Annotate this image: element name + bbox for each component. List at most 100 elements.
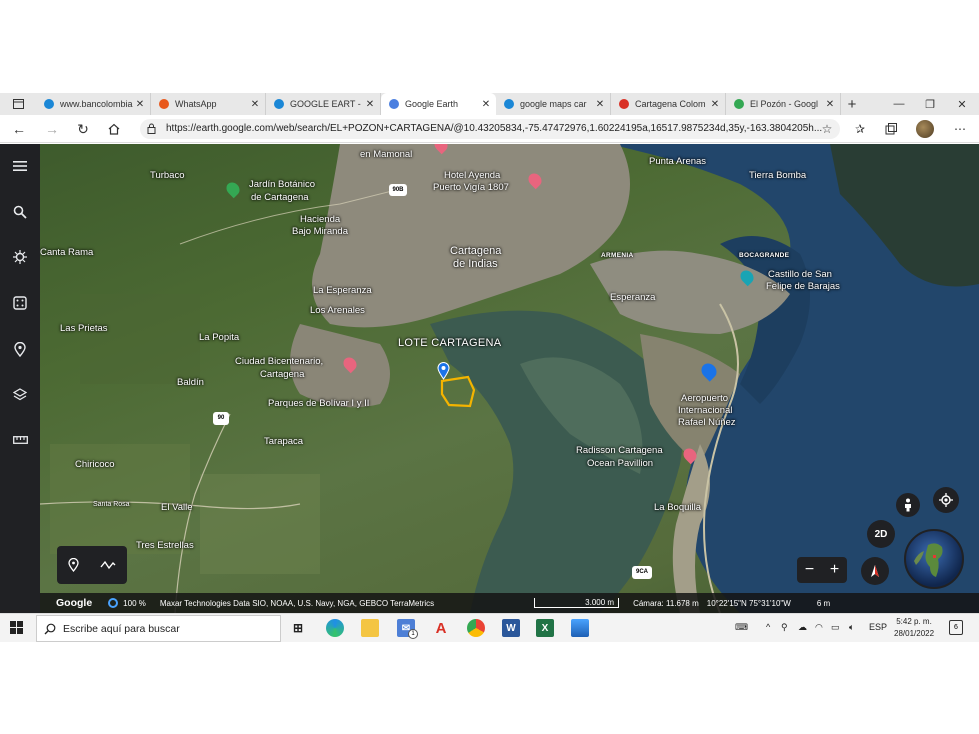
clock-time: 5:42 p. m. [896, 617, 932, 626]
browser-tab[interactable]: google maps car ✕ [496, 93, 611, 115]
measure-ruler-icon[interactable] [10, 430, 30, 450]
show-hidden-icons-icon[interactable]: ^ [766, 622, 770, 632]
pegman-street-view-icon[interactable] [896, 493, 920, 517]
place-label: Punta Arenas [649, 156, 707, 167]
tab-title: GOOGLE EART - [290, 99, 361, 109]
earth-map-view[interactable]: 90B 90 9CA en Mamonal Turbaco Jardín Bot… [0, 144, 979, 613]
zoom-out-button[interactable]: − [805, 561, 814, 579]
url-field[interactable]: https://earth.google.com/web/search/EL+P… [140, 119, 840, 139]
browser-tab[interactable]: El Pozón - Googl ✕ [726, 93, 841, 115]
collections-icon[interactable] [881, 120, 901, 138]
cursor-coordinates: 10°22'15"N 75°31'10"W [706, 598, 791, 608]
2d-toggle-button[interactable]: 2D [867, 520, 895, 548]
place-label: Parques de Bolívar I y II [268, 398, 370, 409]
profile-avatar[interactable] [916, 120, 934, 138]
more-menu-icon[interactable]: ⋯ [950, 120, 970, 138]
cursor-elevation: 6 m [816, 598, 831, 608]
bing-icon [44, 99, 54, 109]
path-icon[interactable] [100, 560, 116, 570]
voyager-icon[interactable] [10, 247, 30, 267]
home-icon[interactable] [104, 120, 124, 138]
lock-icon[interactable] [147, 123, 156, 134]
place-label: de Indias [453, 258, 498, 270]
task-view-icon[interactable]: ⊞ [289, 619, 307, 637]
projects-pin-icon[interactable] [10, 339, 30, 359]
back-button[interactable]: ← [9, 120, 29, 138]
refresh-button[interactable]: ↻ [73, 120, 93, 138]
forward-button[interactable]: → [42, 120, 62, 138]
favorite-star-icon[interactable]: ☆ [817, 120, 837, 138]
file-explorer-icon[interactable] [361, 619, 379, 637]
edge-browser-icon[interactable] [326, 619, 344, 637]
lote-boundary [440, 375, 476, 408]
close-tab-icon[interactable]: ✕ [824, 99, 836, 110]
imagery-attribution[interactable]: Maxar Technologies Data SIO, NOAA, U.S. … [160, 599, 434, 608]
browser-tab[interactable]: Google Earth ✕ [381, 93, 496, 115]
restore-button[interactable]: ❐ [914, 93, 946, 115]
place-label: Tarapaca [264, 436, 304, 447]
browser-tab[interactable]: www.bancolombia ✕ [36, 93, 151, 115]
place-label: Hacienda [300, 214, 341, 225]
alert-icon [159, 99, 169, 109]
place-label: Tres Estrellas [136, 540, 194, 551]
windows-start-icon[interactable] [10, 621, 23, 639]
zoom-controls: − + [797, 557, 847, 583]
scale-bar[interactable]: 3.000 m [534, 598, 620, 608]
tab-title: El Pozón - Googl [750, 99, 819, 109]
close-tab-icon[interactable]: ✕ [364, 99, 376, 110]
place-label: Santa Rosa [93, 501, 130, 508]
place-label: Puerto Vigía 1807 [433, 182, 509, 193]
close-window-button[interactable]: ✕ [946, 93, 978, 115]
photos-icon[interactable] [571, 619, 589, 637]
place-label: La Boquilla [654, 502, 702, 513]
close-tab-icon[interactable]: ✕ [134, 99, 146, 110]
clock[interactable]: 5:42 p. m. 28/01/2022 [894, 616, 934, 640]
menu-icon[interactable] [10, 156, 30, 176]
onedrive-icon[interactable]: ☁ [798, 622, 807, 633]
tab-actions-icon[interactable] [0, 93, 36, 115]
browser-tab[interactable]: WhatsApp ✕ [151, 93, 266, 115]
close-tab-icon[interactable]: ✕ [249, 99, 261, 110]
browser-tab[interactable]: Cartagena Colom ✕ [611, 93, 726, 115]
maps-icon [734, 99, 744, 109]
notification-center-icon[interactable]: 6 [949, 620, 963, 635]
placemark-icon[interactable] [68, 558, 79, 572]
new-tab-button[interactable]: + [841, 96, 863, 113]
taskbar-search-input[interactable]: Escribe aquí para buscar [36, 615, 281, 642]
network-icon[interactable]: ⚲ [781, 622, 788, 633]
tab-title: Cartagena Colom [635, 99, 706, 109]
lote-cartagena-label[interactable]: LOTE CARTAGENA [398, 338, 501, 349]
word-icon[interactable]: W [502, 619, 520, 637]
google-logo: Google [56, 597, 93, 609]
chrome-icon[interactable] [467, 619, 485, 637]
favorites-icon[interactable]: ✰ [850, 120, 870, 138]
browser-tab[interactable]: GOOGLE EART - ✕ [266, 93, 381, 115]
road-shield: 90 [213, 412, 229, 425]
my-location-icon[interactable] [933, 487, 959, 513]
map-style-layers-icon[interactable] [10, 384, 30, 404]
close-tab-icon[interactable]: ✕ [709, 99, 721, 110]
acrobat-icon[interactable]: A [432, 619, 450, 637]
location-pin-icon[interactable] [437, 362, 450, 380]
volume-icon[interactable]: 🔈︎ [849, 622, 854, 633]
minimize-button[interactable]: — [883, 93, 915, 115]
close-tab-icon[interactable]: ✕ [594, 99, 606, 110]
pin-icon [619, 99, 629, 109]
wifi-icon[interactable]: ◠ [815, 622, 823, 633]
place-label: Los Arenales [310, 305, 365, 316]
loading-progress-icon [108, 598, 119, 608]
search-icon[interactable] [10, 202, 30, 222]
feeling-lucky-dice-icon[interactable] [10, 293, 30, 313]
close-tab-icon[interactable]: ✕ [480, 99, 492, 110]
battery-icon[interactable]: ▭ [831, 622, 840, 633]
zoom-in-button[interactable]: + [830, 561, 839, 579]
excel-icon[interactable]: X [536, 619, 554, 637]
globe-overview-icon[interactable] [904, 529, 964, 589]
place-label: Cartagena [260, 369, 305, 380]
compass-north-icon[interactable] [861, 557, 889, 585]
camera-altitude: Cámara: 11.678 m [633, 598, 699, 608]
language-indicator[interactable]: ESP [869, 622, 887, 632]
place-label: Rafael Núñez [678, 417, 736, 428]
place-label: Hotel Ayenda [444, 170, 501, 181]
keyboard-icon[interactable]: ⌨ [735, 622, 748, 633]
